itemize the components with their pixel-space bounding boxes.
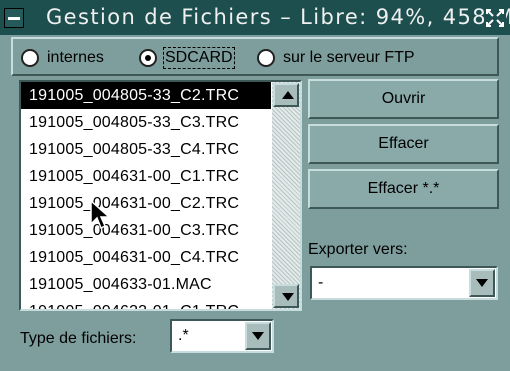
radio-label-sdcard: SDCARD	[163, 47, 235, 69]
export-value: -	[318, 274, 324, 291]
file-list-item[interactable]: 191005_004633-01_C1.TRC	[21, 298, 271, 309]
maximize-button[interactable]	[484, 7, 506, 29]
radio-sdcard[interactable]: SDCARD	[139, 47, 235, 69]
window-menu-button[interactable]	[4, 8, 24, 28]
radio-dot-ftp	[257, 49, 275, 67]
file-list-item[interactable]: 191005_004805-33_C4.TRC	[21, 136, 271, 163]
file-list-item[interactable]: 191005_004805-33_C2.TRC	[21, 82, 271, 109]
filetype-value: .*	[178, 327, 189, 344]
file-list-item[interactable]: 191005_004805-33_C3.TRC	[21, 109, 271, 136]
chevron-down-icon	[476, 279, 488, 287]
title-bar[interactable]: Gestion de Fichiers – Libre: 94%, 458 Mo	[0, 0, 510, 35]
file-list-items: 191005_004805-33_C2.TRC 191005_004805-33…	[21, 82, 271, 309]
arrow-down-icon	[282, 293, 294, 301]
export-dropdown-button[interactable]	[469, 269, 495, 297]
file-list-item[interactable]: 191005_004631-00_C4.TRC	[21, 244, 271, 271]
open-button[interactable]: Ouvrir	[308, 79, 499, 119]
radio-dot-internes	[21, 49, 39, 67]
export-label: Exporter vers:	[308, 241, 408, 258]
chevron-down-icon	[252, 332, 264, 340]
filetype-label: Type de fichiers:	[20, 330, 137, 347]
radio-label-ftp: sur le serveur FTP	[283, 49, 415, 66]
scroll-up-button[interactable]	[273, 83, 299, 107]
file-list-item[interactable]: 191005_004633-01.MAC	[21, 271, 271, 298]
export-dropdown[interactable]: -	[310, 266, 498, 300]
maximize-icon	[486, 9, 504, 27]
scroll-down-button[interactable]	[273, 284, 299, 308]
radio-dot-sdcard	[139, 49, 157, 67]
window-title: Gestion de Fichiers – Libre: 94%, 458 Mo	[46, 5, 510, 29]
arrow-up-icon	[282, 91, 294, 99]
file-list[interactable]: 191005_004805-33_C2.TRC 191005_004805-33…	[19, 80, 302, 311]
radio-ftp[interactable]: sur le serveur FTP	[257, 47, 415, 69]
delete-all-button[interactable]: Effacer *.*	[308, 169, 499, 209]
file-list-item[interactable]: 191005_004631-00_C1.TRC	[21, 163, 271, 190]
source-selector: internes SDCARD sur le serveur FTP	[11, 37, 499, 76]
filetype-dropdown-button[interactable]	[245, 322, 271, 350]
radio-internes[interactable]: internes	[21, 47, 104, 69]
file-list-item[interactable]: 191005_004631-00_C3.TRC	[21, 217, 271, 244]
filetype-dropdown[interactable]: .*	[170, 319, 274, 353]
file-list-item[interactable]: 191005_004631-00_C2.TRC	[21, 190, 271, 217]
mouse-pointer-icon	[90, 200, 111, 230]
delete-button[interactable]: Effacer	[308, 124, 499, 164]
file-manager-window: Gestion de Fichiers – Libre: 94%, 458 Mo…	[0, 0, 510, 371]
radio-label-internes: internes	[47, 49, 104, 66]
file-list-scrollbar[interactable]	[272, 82, 300, 309]
